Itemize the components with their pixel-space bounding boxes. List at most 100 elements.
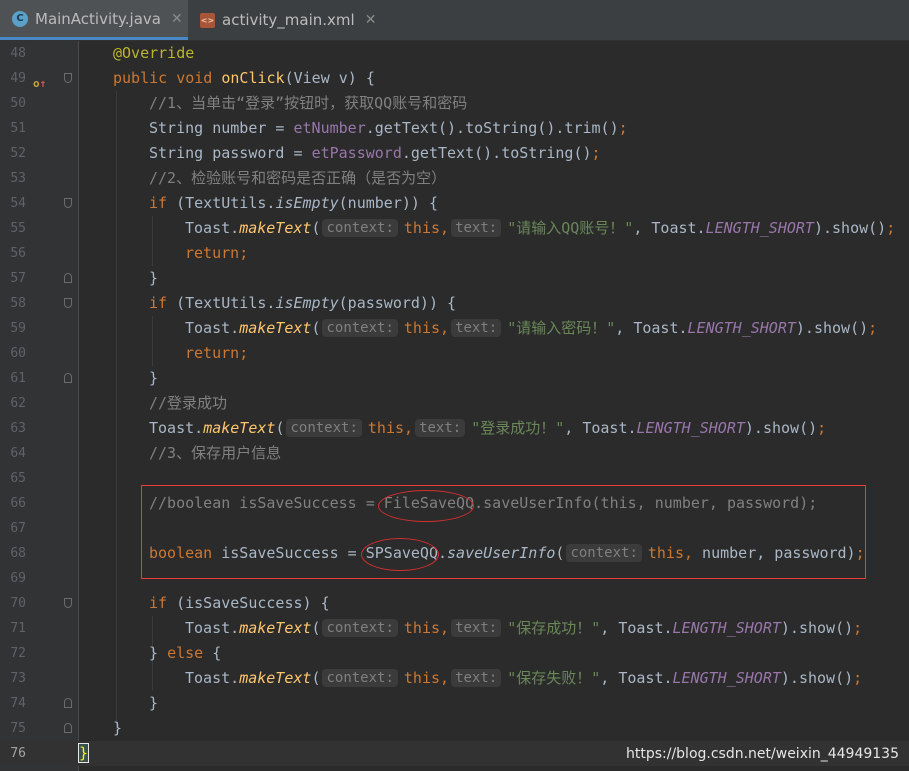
code-token: LENGTH_SHORT bbox=[687, 319, 796, 337]
line-number: 65 bbox=[10, 471, 26, 486]
code-token: } bbox=[149, 644, 168, 662]
code-token: ).show() bbox=[813, 219, 887, 237]
code-token: //登录成功 bbox=[149, 391, 227, 416]
fold-icon[interactable] bbox=[64, 73, 72, 83]
code-token: , Toast. bbox=[615, 319, 688, 337]
code-line: 60 return; bbox=[0, 341, 909, 366]
code-line: 59 Toast.makeText(context: this, text: "请输入… bbox=[0, 316, 909, 341]
watermark: https://blog.csdn.net/weixin_44949135 bbox=[625, 746, 899, 762]
code-token: ; bbox=[591, 144, 601, 162]
code-token: ).show() bbox=[795, 319, 869, 337]
fold-icon[interactable] bbox=[64, 198, 72, 208]
code-token: Toast. bbox=[185, 219, 240, 237]
code-token: Toast. bbox=[149, 419, 204, 437]
line-number: 74 bbox=[10, 696, 26, 711]
code-line: 64 //3、保存用户信息 bbox=[0, 441, 909, 466]
code-token: ; bbox=[868, 319, 878, 337]
code-token: LENGTH_SHORT bbox=[672, 619, 781, 637]
fold-icon[interactable] bbox=[64, 723, 72, 733]
java-class-icon: C bbox=[12, 10, 28, 27]
close-icon[interactable]: ✕ bbox=[171, 11, 183, 27]
code-token: //3、保存用户信息 bbox=[149, 444, 282, 462]
code-token: if bbox=[149, 594, 177, 612]
fold-icon[interactable] bbox=[64, 373, 72, 383]
code-token: else bbox=[167, 644, 213, 662]
matched-brace: } bbox=[77, 743, 90, 763]
tab-main-activity-java[interactable]: C MainActivity.java ✕ bbox=[0, 0, 188, 40]
code-token: "请输入密码！" bbox=[507, 319, 616, 337]
tab-activity-main-xml[interactable]: <> activity_main.xml ✕ bbox=[188, 0, 378, 40]
line-number: 67 bbox=[10, 521, 26, 536]
code-token: ( bbox=[311, 669, 321, 687]
code-token: makeText bbox=[203, 419, 276, 437]
line-number: 52 bbox=[10, 146, 26, 161]
code-token: this, bbox=[403, 619, 450, 637]
line-number: 53 bbox=[10, 171, 26, 186]
code-token: .getText().toString() bbox=[401, 144, 592, 162]
code-token: "保存成功！" bbox=[507, 619, 601, 637]
code-line: 56 return; bbox=[0, 241, 909, 266]
code-token: ; bbox=[239, 344, 249, 362]
line-number: 72 bbox=[10, 646, 26, 661]
code-token: String number = bbox=[149, 119, 294, 137]
code-line: 55 Toast.makeText(context: this, text: "请输入… bbox=[0, 216, 909, 241]
code-token: ( bbox=[311, 219, 321, 237]
fold-icon[interactable] bbox=[64, 598, 72, 608]
line-number: 49 bbox=[10, 71, 26, 86]
code-token: (password)) { bbox=[338, 294, 457, 312]
code-token: this, bbox=[367, 419, 414, 437]
fold-icon[interactable] bbox=[64, 273, 72, 283]
parameter-hint: context: bbox=[322, 619, 398, 637]
code-token: return; bbox=[185, 341, 248, 366]
decoration: ↑ bbox=[39, 77, 47, 90]
code-token: String password = bbox=[149, 144, 312, 162]
code-token: isEmpty bbox=[275, 194, 339, 212]
line-number: 73 bbox=[10, 671, 26, 686]
line-number: 69 bbox=[10, 571, 26, 586]
code-token: } bbox=[149, 369, 159, 387]
code-line: 61 } bbox=[0, 366, 909, 391]
code-token: ( bbox=[311, 619, 321, 637]
code-token: onClick bbox=[221, 69, 285, 87]
fold-icon[interactable] bbox=[64, 648, 72, 658]
code-token: Toast.makeText(context: this, text: "保存成功！"… bbox=[185, 616, 862, 641]
annotation-oval-filesaveqq bbox=[378, 490, 474, 522]
annotation-highlight-box bbox=[141, 485, 866, 579]
code-line: 72 } else { bbox=[0, 641, 909, 666]
xml-file-icon: <> bbox=[200, 12, 215, 28]
code-line: 50 //1、当单击“登录”按钮时，获取QQ账号和密码 bbox=[0, 91, 909, 116]
line-number: 50 bbox=[10, 96, 26, 111]
line-number: 70 bbox=[10, 596, 26, 611]
parameter-hint: text: bbox=[415, 419, 466, 437]
code-token: public void onClick(View v) { bbox=[113, 66, 375, 91]
code-token: } bbox=[149, 366, 158, 391]
code-token: //1、当单击“登录”按钮时，获取QQ账号和密码 bbox=[149, 94, 468, 112]
code-token: .getText().toString().trim() bbox=[365, 119, 619, 137]
line-number: 55 bbox=[10, 221, 26, 236]
fold-icon[interactable] bbox=[64, 698, 72, 708]
code-line: 54 if (TextUtils.isEmpty(number)) { bbox=[0, 191, 909, 216]
line-number: 56 bbox=[10, 246, 26, 261]
code-token: } bbox=[149, 266, 158, 291]
code-token: , Toast. bbox=[600, 619, 673, 637]
code-line: 63 Toast.makeText(context: this, text: "登录成… bbox=[0, 416, 909, 441]
code-token: , Toast. bbox=[564, 419, 637, 437]
code-token: { bbox=[212, 644, 222, 662]
parameter-hint: text: bbox=[451, 219, 502, 237]
fold-icon[interactable] bbox=[64, 298, 72, 308]
tab-label: activity_main.xml bbox=[222, 11, 355, 29]
code-token: (isSaveSuccess) { bbox=[176, 594, 330, 612]
parameter-hint: text: bbox=[451, 319, 502, 337]
code-token: } bbox=[77, 741, 90, 766]
code-token: ; bbox=[817, 419, 827, 437]
line-number: 59 bbox=[10, 321, 26, 336]
code-token: //2、检验账号和密码是否正确（是否为空） bbox=[149, 166, 446, 191]
code-token: (TextUtils. bbox=[176, 194, 276, 212]
close-icon[interactable]: ✕ bbox=[365, 12, 377, 28]
code-token: @Override bbox=[113, 41, 194, 66]
code-token: //1、当单击“登录”按钮时，获取QQ账号和密码 bbox=[149, 91, 467, 116]
code-token: //2、检验账号和密码是否正确（是否为空） bbox=[149, 169, 447, 187]
code-token: Toast. bbox=[185, 319, 240, 337]
line-number: 58 bbox=[10, 296, 26, 311]
code-token: ).show() bbox=[780, 619, 854, 637]
